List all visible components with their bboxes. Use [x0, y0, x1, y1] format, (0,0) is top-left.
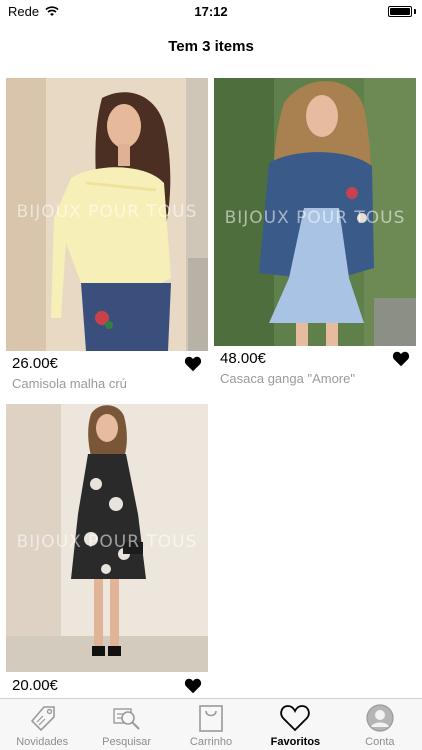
watermark: BIJOUX POUR TOUS: [16, 532, 198, 552]
search-icon: [112, 708, 140, 730]
tab-label: Carrinho: [189, 736, 233, 748]
heart-icon[interactable]: [184, 356, 202, 372]
price-tag-icon: [31, 706, 56, 732]
product-image[interactable]: BIJOUX POUR TOUS: [6, 404, 208, 672]
product-name: Camisola malha crú: [12, 376, 127, 391]
status-time: 17:12: [194, 4, 228, 19]
product-card[interactable]: BIJOUX POUR TOUS 26.00€ Camisola malha c…: [6, 78, 208, 396]
product-card[interactable]: BIJOUX POUR TOUS 48.00€ Casaca ganga "Am…: [214, 78, 416, 396]
watermark: BIJOUX POUR TOUS: [16, 202, 198, 222]
shopping-bag-icon: [199, 705, 223, 732]
heart-icon: [280, 705, 311, 732]
tab-pesquisar[interactable]: Pesquisar: [84, 699, 168, 750]
heart-icon[interactable]: [392, 351, 410, 367]
page-title: Tem 3 items: [168, 38, 254, 55]
tab-label: Favoritos: [270, 736, 321, 748]
battery-icon: [388, 6, 412, 17]
tab-label: Conta: [365, 736, 395, 748]
tab-carrinho[interactable]: Carrinho: [169, 699, 253, 750]
product-name: Casaca ganga "Amore": [220, 371, 355, 386]
tab-label: Novidades: [16, 736, 69, 748]
product-price: 20.00€: [12, 677, 58, 694]
product-image[interactable]: BIJOUX POUR TOUS: [6, 78, 208, 351]
product-price: 48.00€: [220, 350, 266, 367]
status-bar: Rede 17:12: [0, 0, 422, 22]
product-card[interactable]: BIJOUX POUR TOUS 20.00€: [6, 404, 208, 694]
watermark: BIJOUX POUR TOUS: [224, 208, 406, 228]
product-price: 26.00€: [12, 355, 58, 372]
heart-icon[interactable]: [184, 678, 202, 694]
user-icon: [366, 704, 394, 732]
tab-novidades[interactable]: Novidades: [0, 699, 84, 750]
tab-bar: Novidades Pesquisar Carrinho Favoritos C…: [0, 698, 422, 750]
product-image[interactable]: BIJOUX POUR TOUS: [214, 78, 416, 346]
tab-favoritos[interactable]: Favoritos: [253, 699, 337, 750]
tab-label: Pesquisar: [102, 736, 152, 748]
battery-tip: [414, 9, 416, 14]
tab-conta[interactable]: Conta: [338, 699, 422, 750]
